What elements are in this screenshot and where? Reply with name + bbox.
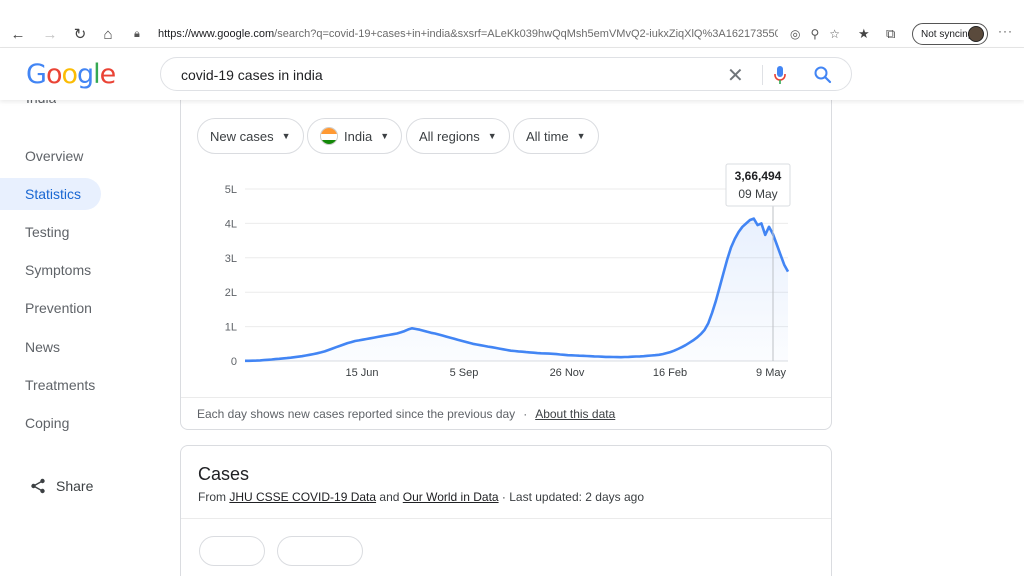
close-icon[interactable]: ✕ — [727, 63, 744, 88]
sidebar: India Overview Statistics Testing Sympto… — [0, 94, 110, 576]
sidebar-item-label: Coping — [25, 415, 70, 431]
series-area — [245, 218, 788, 361]
cases-source-line: From JHU CSSE COVID-19 Data and Our Worl… — [198, 490, 644, 504]
zoom-icon[interactable]: ⚲ — [810, 27, 819, 41]
x-tick-label: 26 Nov — [550, 367, 585, 379]
sidebar-item-label: Statistics — [25, 186, 82, 202]
x-tick-label: 15 Jun — [345, 367, 378, 379]
divider — [181, 518, 831, 519]
share-icon — [31, 478, 45, 494]
source-prefix: From — [198, 490, 230, 504]
metric-label: New cases — [210, 128, 274, 144]
metric-dropdown[interactable]: New cases ▼ — [197, 118, 304, 154]
sidebar-item-overview[interactable]: Overview — [0, 140, 101, 172]
y-tick-label: 3L — [225, 253, 237, 265]
address-bar[interactable]: 🔒︎ https://www.google.com/search?q=covid… — [124, 22, 844, 46]
chart-footnote: Each day shows new cases reported since … — [197, 406, 516, 421]
tooltip-date: 09 May — [738, 187, 777, 201]
home-icon[interactable]: ⌂ — [98, 24, 118, 44]
y-tick-label: 1L — [225, 322, 237, 334]
sidebar-item-statistics[interactable]: Statistics — [0, 178, 101, 210]
regions-label: All regions — [419, 128, 480, 144]
time-range-dropdown[interactable]: All time ▼ — [513, 118, 599, 154]
cases-title: Cases — [198, 464, 250, 484]
cases-filter-chip[interactable] — [199, 536, 265, 566]
back-arrow-icon[interactable]: ← — [8, 24, 28, 44]
url-path: /search?q=covid-19+cases+in+india&sxsrf=… — [274, 28, 778, 40]
jhu-source-link[interactable]: JHU CSSE COVID-19 Data — [229, 490, 376, 504]
location-icon[interactable]: ◎ — [790, 27, 800, 41]
sidebar-item-label: Overview — [25, 148, 84, 164]
x-tick-label: 16 Feb — [653, 367, 687, 379]
sidebar-item-news[interactable]: News — [0, 331, 101, 363]
sidebar-item-prevention[interactable]: Prevention — [0, 292, 101, 324]
sidebar-item-label: Symptoms — [25, 262, 92, 278]
new-cases-chart[interactable]: 0 1L 2L 3L 4L 5L 15 Jun 5 Sep 26 Nov 16 Feb 9 May 3… — [181, 158, 831, 388]
time-range-label: All time — [526, 128, 569, 144]
y-tick-label: 5L — [225, 184, 237, 196]
more-icon[interactable]: ··· — [998, 24, 1013, 38]
favorite-add-icon[interactable]: ☆ — [829, 27, 840, 41]
url-host: https://www.google.com — [158, 28, 275, 40]
avatar — [968, 26, 984, 42]
divider — [762, 65, 763, 85]
regions-dropdown[interactable]: All regions ▼ — [406, 118, 510, 154]
refresh-icon[interactable]: ↻ — [70, 24, 90, 44]
cases-filter-chip[interactable] — [277, 536, 363, 566]
search-input[interactable] — [181, 65, 701, 85]
google-logo[interactable]: Google — [26, 59, 116, 90]
browser-toolbar: ← → ↻ ⌂ 🔒︎ https://www.google.com/search… — [0, 0, 1024, 48]
caret-down-icon: ▼ — [576, 131, 586, 141]
caret-down-icon: ▼ — [281, 131, 291, 141]
lock-icon: 🔒︎ — [134, 27, 140, 40]
collections-icon[interactable]: ⧉ — [886, 26, 895, 42]
last-updated: · Last updated: 2 days ago — [498, 490, 645, 504]
cases-card: Cases From JHU CSSE COVID-19 Data and Ou… — [180, 445, 832, 576]
caret-down-icon: ▼ — [380, 131, 390, 141]
share-label: Share — [56, 478, 94, 494]
owid-source-link[interactable]: Our World in Data — [403, 490, 499, 504]
sidebar-item-testing[interactable]: Testing — [0, 216, 101, 248]
sidebar-item-label: Testing — [25, 224, 70, 240]
x-tick-label: 9 May — [756, 367, 786, 379]
y-tick-label: 4L — [225, 218, 237, 230]
india-flag-icon — [320, 127, 338, 145]
tooltip-value: 3,66,494 — [735, 169, 782, 183]
sidebar-item-symptoms[interactable]: Symptoms — [0, 254, 101, 286]
x-tick-label: 5 Sep — [450, 367, 479, 379]
chart-footer: Each day shows new cases reported since … — [181, 397, 831, 429]
statistics-card: New cases ▼ India ▼ All regions ▼ All ti… — [180, 96, 832, 430]
country-dropdown[interactable]: India ▼ — [307, 118, 403, 154]
sidebar-item-label: Treatments — [25, 377, 96, 393]
caret-down-icon: ▼ — [487, 131, 497, 141]
google-header: Google ✕ — [0, 48, 1024, 100]
separator-dot: · — [523, 406, 528, 421]
about-data-link[interactable]: About this data — [535, 407, 615, 421]
sidebar-item-label: News — [25, 339, 61, 355]
microphone-icon[interactable] — [773, 65, 787, 85]
share-button[interactable]: Share — [30, 478, 93, 494]
y-tick-label: 2L — [225, 287, 237, 299]
search-box: ✕ — [160, 57, 852, 91]
url-text: https://www.google.com/search?q=covid-19… — [158, 28, 778, 40]
sidebar-item-label: Prevention — [25, 300, 92, 316]
search-icon[interactable] — [813, 65, 833, 85]
favorites-icon[interactable]: ★ — [858, 26, 870, 42]
sync-label: Not syncing — [921, 28, 974, 40]
sidebar-item-treatments[interactable]: Treatments — [0, 369, 101, 401]
profile-sync-button[interactable]: Not syncing — [912, 23, 988, 45]
sidebar-item-coping[interactable]: Coping — [0, 407, 101, 439]
y-tick-label: 0 — [231, 356, 237, 368]
forward-arrow-icon[interactable]: → — [40, 24, 60, 44]
country-label: India — [344, 128, 373, 144]
source-joiner: and — [376, 490, 403, 504]
